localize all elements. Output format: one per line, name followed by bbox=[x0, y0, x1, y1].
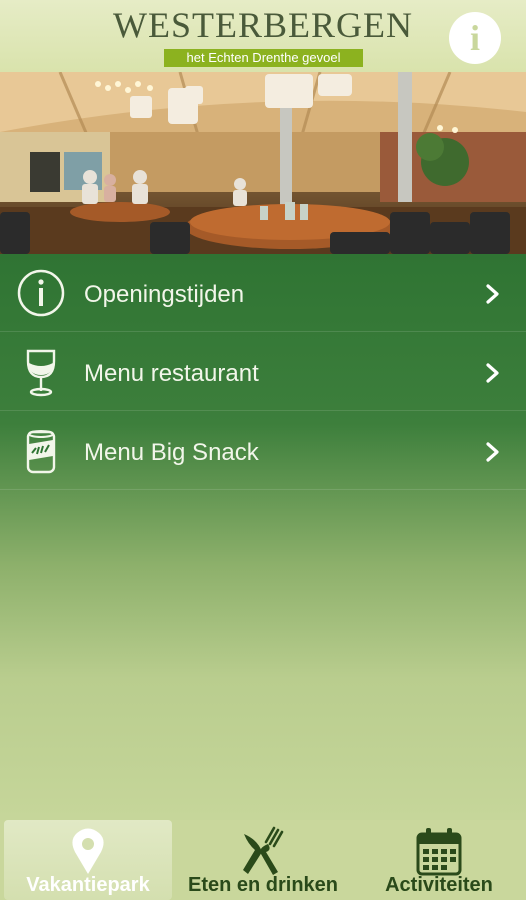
menu-item-menu-big-snack[interactable]: Menu Big Snack bbox=[0, 412, 526, 490]
menu-item-label: Openingstijden bbox=[84, 281, 245, 308]
location-pin-icon bbox=[72, 828, 104, 874]
app-header: WESTERBERGEN het Echten Drenthe gevoel i bbox=[0, 0, 526, 72]
tab-vakantiepark[interactable]: Vakantiepark bbox=[4, 820, 172, 900]
tab-activiteiten[interactable]: Activiteiten bbox=[356, 820, 522, 900]
chevron-right-icon bbox=[486, 363, 499, 383]
menu-item-openingstijden[interactable]: Openingstijden bbox=[0, 254, 526, 332]
calendar-icon bbox=[416, 828, 462, 876]
tab-label: Activiteiten bbox=[385, 874, 493, 896]
drink-can-icon bbox=[26, 430, 56, 474]
menu-item-label: Menu Big Snack bbox=[84, 439, 259, 466]
fork-knife-icon bbox=[243, 826, 284, 875]
tab-bar: Vakantiepark Eten en drinken Activiteite… bbox=[0, 820, 526, 900]
menu-list: Openingstijden Menu restaurant Menu Big … bbox=[0, 254, 526, 820]
info-icon: i bbox=[469, 18, 480, 58]
menu-item-menu-restaurant[interactable]: Menu restaurant bbox=[0, 333, 526, 411]
app-logo: WESTERBERGEN bbox=[0, 4, 526, 46]
info-circle-icon bbox=[17, 269, 65, 317]
tab-eten-en-drinken[interactable]: Eten en drinken bbox=[176, 820, 350, 900]
tab-label: Eten en drinken bbox=[187, 874, 339, 896]
logo-tagline: het Echten Drenthe gevoel bbox=[164, 49, 363, 67]
logo-title-text: WESTERBERGEN bbox=[113, 5, 413, 45]
chevron-right-icon bbox=[486, 284, 499, 304]
info-button[interactable]: i bbox=[449, 12, 501, 64]
menu-item-label: Menu restaurant bbox=[84, 360, 259, 387]
wine-glass-icon bbox=[26, 349, 56, 397]
chevron-right-icon bbox=[486, 442, 499, 462]
tab-label: Vakantiepark bbox=[26, 874, 150, 896]
restaurant-photo bbox=[0, 72, 526, 254]
restaurant-photo-illustration bbox=[0, 72, 526, 254]
